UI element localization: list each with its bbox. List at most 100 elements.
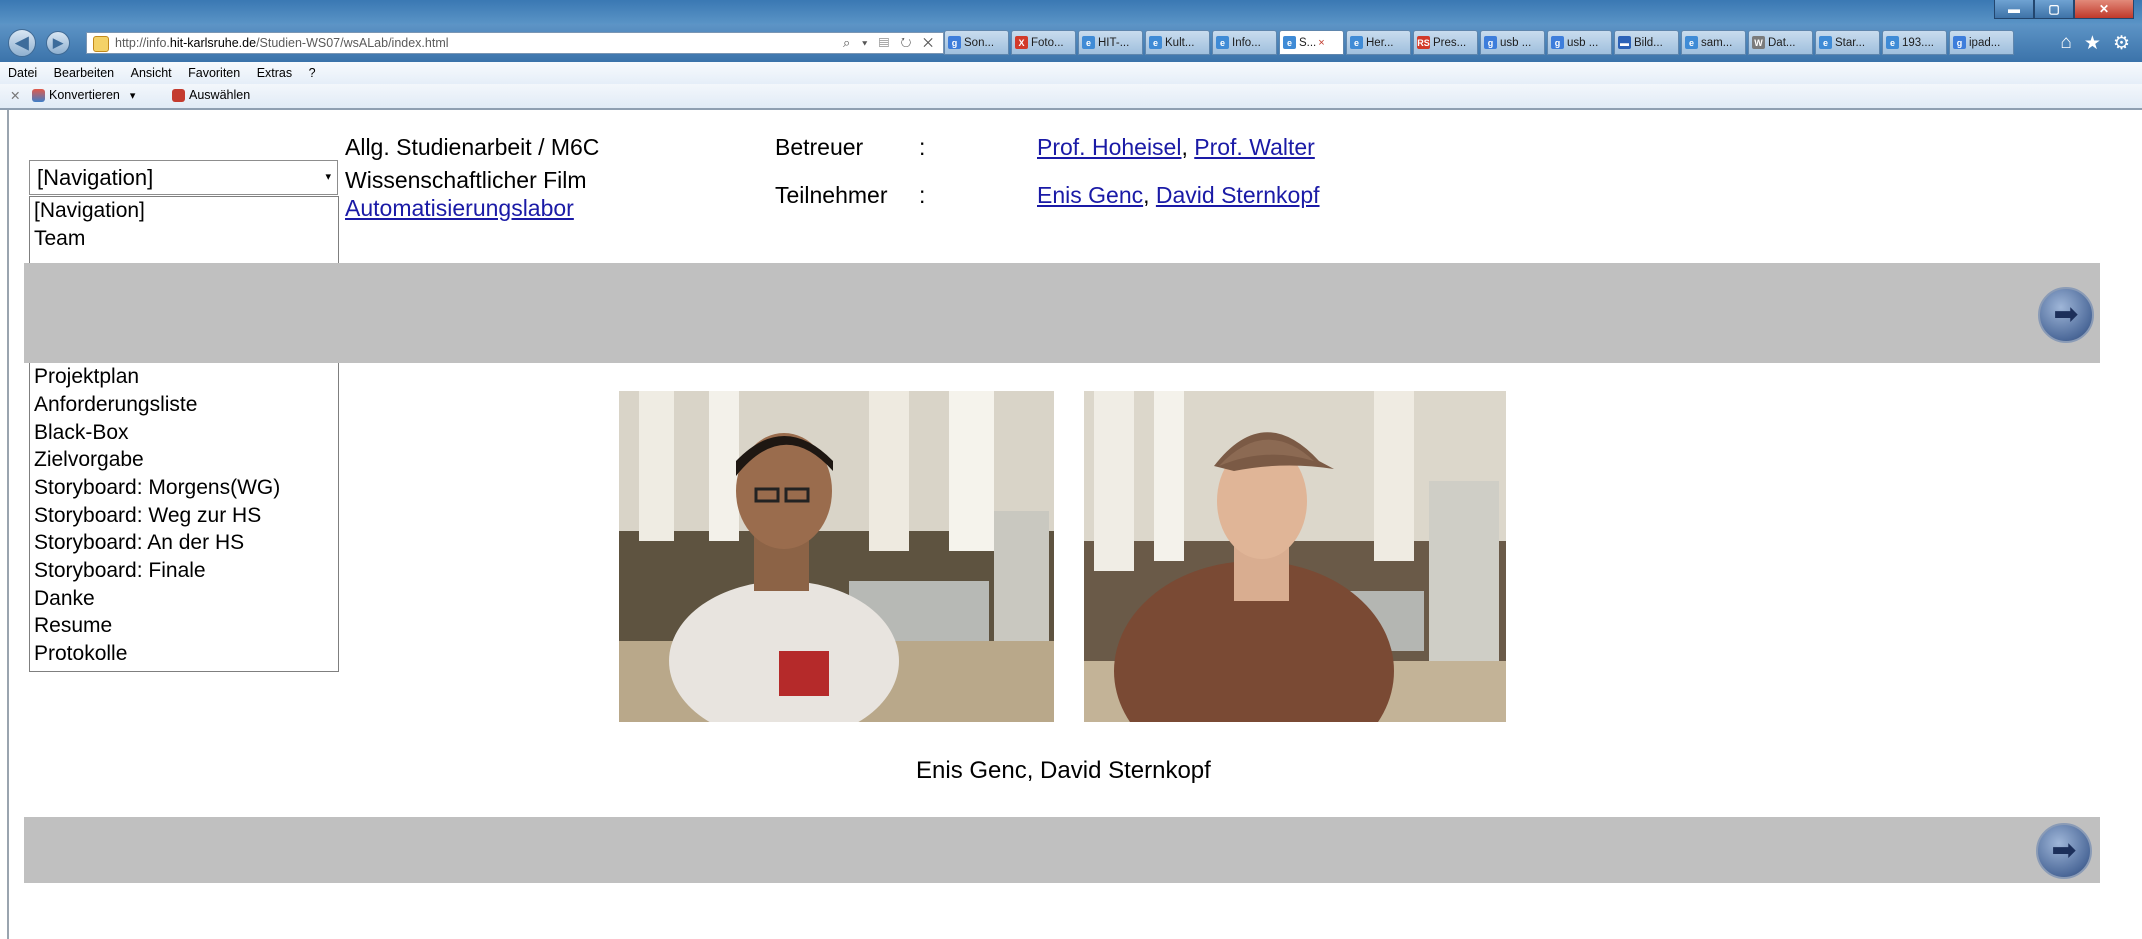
supervisor-list: Prof. Hoheisel, Prof. Walter [1037, 134, 1315, 161]
photo-david-sternkopf-image [1084, 391, 1506, 722]
navigation-option[interactable]: [Navigation] [30, 197, 338, 225]
lab-link[interactable]: Automatisierungslabor [345, 195, 574, 222]
address-tools[interactable]: ⌕ ▾ ▤ ↻ ✕ [843, 33, 937, 53]
browser-tab-label: Info... [1232, 36, 1261, 49]
navigation-option[interactable]: Protokolle [30, 640, 338, 668]
arrow-right-icon: ➡ [2051, 834, 2077, 867]
back-button[interactable]: ◀ [8, 29, 36, 57]
select-icon [172, 88, 185, 102]
convert-label: Konvertieren [49, 88, 120, 102]
menu-favoriten[interactable]: Favoriten [188, 62, 240, 84]
participant-link-genc[interactable]: Enis Genc [1037, 182, 1143, 208]
browser-navbar: ◀ ▶ http://info.hit-karlsruhe.de/Studien… [0, 24, 2142, 62]
close-toolbar-icon[interactable]: ✕ [10, 88, 20, 103]
red-x-icon: X [1015, 36, 1028, 49]
settings-gear-icon[interactable]: ⚙ [2113, 32, 2130, 55]
supervisor-link-walter[interactable]: Prof. Walter [1194, 134, 1315, 160]
address-bar[interactable]: http://info.hit-karlsruhe.de/Studien-WS0… [86, 32, 944, 54]
forward-arrow-icon: ▶ [53, 35, 63, 50]
browser-toolbar-right: ⌂ ★ ⚙ [2060, 32, 2130, 55]
browser-tab[interactable]: e 193.... [1882, 30, 1947, 55]
browser-tab[interactable]: e Star... [1815, 30, 1880, 55]
navigation-select[interactable]: [Navigation] ▾ [29, 160, 338, 195]
back-arrow-icon: ◀ [15, 33, 29, 52]
page-icon [93, 36, 109, 52]
maximize-button[interactable]: ▢ [2034, 0, 2074, 19]
photo-caption: Enis Genc, David Sternkopf [916, 757, 1211, 784]
convert-button[interactable]: Konvertieren ▾ [32, 88, 135, 102]
browser-tab[interactable]: RS Pres... [1413, 30, 1478, 55]
ie-icon: e [1149, 36, 1162, 49]
browser-tab[interactable]: W Dat... [1748, 30, 1813, 55]
select-button[interactable]: Auswählen [172, 88, 250, 102]
forward-button[interactable]: ▶ [46, 31, 70, 55]
navigation-option[interactable]: Storyboard: Weg zur HS [30, 502, 338, 530]
window-titlebar: ▬ ▢ ✕ [0, 0, 2142, 24]
google-icon: g [1551, 36, 1564, 49]
bottom-nav-band: ➡ [24, 817, 2100, 883]
menu-ansicht[interactable]: Ansicht [131, 62, 172, 84]
participant-separator: , [1143, 182, 1150, 208]
address-path: /Studien-WS07/wsALab/index.html [256, 36, 449, 50]
browser-tab[interactable]: e sam... [1681, 30, 1746, 55]
navigation-option[interactable]: Storyboard: An der HS [30, 529, 338, 557]
browser-tab-label: Pres... [1433, 36, 1467, 49]
photo-enis-genc [619, 391, 1054, 722]
address-domain: hit-karlsruhe.de [169, 36, 257, 50]
photo-enis-genc-image [619, 391, 1054, 722]
navigation-option[interactable]: Zielvorgabe [30, 446, 338, 474]
viewport-border [7, 110, 9, 939]
navigation-option[interactable]: Black-Box [30, 419, 338, 447]
supervisor-colon: : [919, 134, 926, 160]
ie-icon: e [1283, 36, 1296, 49]
next-page-button-bottom[interactable]: ➡ [2036, 823, 2092, 879]
course-title: Allg. Studienarbeit / M6C [345, 134, 600, 160]
browser-tab[interactable]: X Foto... [1011, 30, 1076, 55]
browser-tab[interactable]: e Info... [1212, 30, 1277, 55]
ie-icon: e [1350, 36, 1363, 49]
browser-tab[interactable]: e HIT-... [1078, 30, 1143, 55]
navigation-option[interactable]: Storyboard: Finale [30, 557, 338, 585]
home-icon[interactable]: ⌂ [2060, 32, 2071, 55]
navigation-option[interactable]: Storyboard: Morgens(WG) [30, 474, 338, 502]
navigation-option[interactable]: Resume [30, 612, 338, 640]
browser-tab-label: Foto... [1031, 36, 1064, 49]
browser-tab[interactable]: e Her... [1346, 30, 1411, 55]
photo-david-sternkopf [1084, 391, 1506, 722]
supervisor-separator: , [1181, 134, 1188, 160]
tab-strip: g Son... X Foto... e HIT-... e Kult... e Info... e… [944, 30, 2016, 55]
participant-link-sternkopf[interactable]: David Sternkopf [1156, 182, 1320, 208]
browser-tab[interactable]: e Kult... [1145, 30, 1210, 55]
minimize-button[interactable]: ▬ [1994, 0, 2034, 19]
supervisor-link-hoheisel[interactable]: Prof. Hoheisel [1037, 134, 1181, 160]
close-window-button[interactable]: ✕ [2074, 0, 2134, 19]
browser-tab[interactable]: e S... × [1279, 30, 1344, 55]
chevron-down-icon[interactable]: ▾ [130, 89, 136, 102]
browser-tab-label: ipad... [1969, 36, 2001, 49]
select-label: Auswählen [189, 88, 251, 102]
browser-tab-label: usb ... [1500, 36, 1532, 49]
menu-extras[interactable]: Extras [257, 62, 292, 84]
close-tab-icon[interactable]: × [1318, 37, 1324, 49]
navigation-option[interactable]: Team [30, 225, 338, 253]
supervisor-label: Betreuer [775, 134, 864, 160]
browser-tab[interactable]: g usb ... [1480, 30, 1545, 55]
next-page-button[interactable]: ➡ [2038, 287, 2094, 343]
menu-help[interactable]: ? [309, 62, 316, 84]
navigation-option[interactable]: Projektplan [30, 363, 338, 391]
browser-tab-label: Bild... [1634, 36, 1663, 49]
convert-icon [32, 88, 45, 102]
browser-tab[interactable]: ▬ Bild... [1614, 30, 1679, 55]
google-icon: g [1484, 36, 1497, 49]
browser-tab[interactable]: g ipad... [1949, 30, 2014, 55]
browser-tab[interactable]: g Son... [944, 30, 1009, 55]
favorites-star-icon[interactable]: ★ [2084, 32, 2101, 55]
navigation-option[interactable]: Anforderungsliste [30, 391, 338, 419]
google-icon: g [1953, 36, 1966, 49]
navigation-option[interactable]: Danke [30, 585, 338, 613]
top-nav-band: ➡ [24, 263, 2100, 363]
browser-tab-label: Dat... [1768, 36, 1796, 49]
menu-bearbeiten[interactable]: Bearbeiten [54, 62, 114, 84]
browser-tab[interactable]: g usb ... [1547, 30, 1612, 55]
menu-datei[interactable]: Datei [8, 62, 37, 84]
